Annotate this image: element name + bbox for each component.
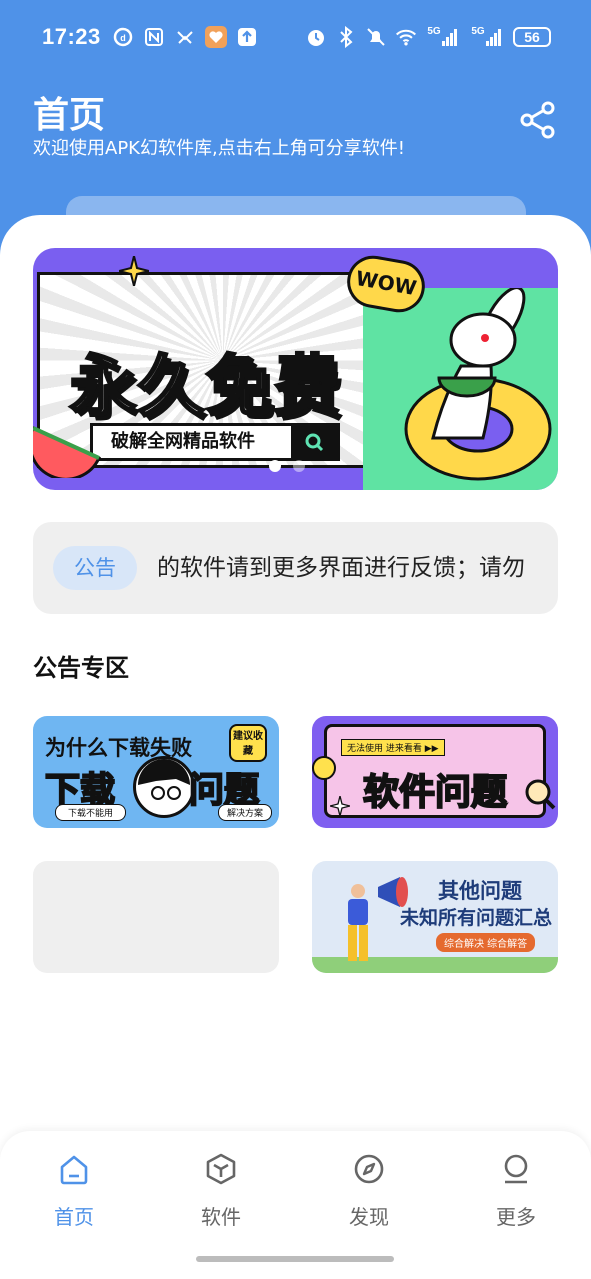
banner-title: 永久免费	[69, 347, 342, 427]
svg-text:d: d	[120, 33, 126, 43]
cartoon-face-icon	[133, 756, 195, 818]
status-notification-icons: d	[112, 26, 258, 48]
announcement-bar[interactable]: 公告 的软件请到更多界面进行反馈；请勿	[33, 522, 558, 614]
smiley-icon	[312, 756, 336, 780]
nav-item-discover[interactable]: 发现	[319, 1151, 419, 1230]
nav-label-home: 首页	[54, 1205, 94, 1229]
nav-label-discover: 发现	[349, 1205, 389, 1229]
card-download-pill-left: 下载不能用	[55, 804, 127, 821]
status-bar: 17:23 d 5G 5G 56	[0, 0, 591, 76]
compass-icon	[354, 1154, 384, 1184]
home-indicator[interactable]	[196, 1256, 394, 1262]
page-subtitle: 欢迎使用APK幻软件库,点击右上角可分享软件!	[33, 138, 405, 159]
battery-indicator: 56	[513, 27, 551, 47]
card-software-panel: 无法使用 进来看看 ▶▶ 软件问题	[324, 724, 546, 818]
page-title: 首页	[33, 95, 106, 136]
nfc-icon	[143, 26, 165, 48]
home-icon	[60, 1155, 88, 1185]
profile-icon	[504, 1154, 528, 1184]
promo-banner[interactable]: 永久免费 破解全网精品软件 WOW	[33, 248, 558, 490]
empty-card-placeholder	[33, 861, 279, 973]
banner-search-box: 破解全网精品软件	[90, 423, 340, 461]
announcement-tag: 公告	[53, 546, 137, 590]
nav-label-more: 更多	[496, 1205, 536, 1229]
heart-app-icon	[205, 26, 227, 48]
card-other-title: 其他问题	[438, 879, 522, 903]
upload-icon	[236, 26, 258, 48]
status-time: 17:23	[42, 24, 101, 49]
announcement-text: 的软件请到更多界面进行反馈；请勿	[157, 555, 525, 581]
nav-item-home[interactable]: 首页	[24, 1151, 124, 1230]
bluetooth-icon	[335, 26, 357, 48]
wifi-icon	[395, 26, 417, 48]
card-download-pill-right: 解决方案	[218, 804, 273, 821]
alarm-icon	[305, 26, 327, 48]
share-icon	[520, 101, 555, 139]
cube-icon	[206, 1153, 236, 1185]
banner-dot[interactable]	[293, 460, 305, 472]
card-software-tag: 无法使用 进来看看 ▶▶	[341, 739, 445, 756]
section-title: 公告专区	[33, 654, 129, 682]
nav-label-software: 软件	[201, 1205, 241, 1229]
signal-icon-1: 5G	[425, 26, 461, 48]
signal-icon-2: 5G	[469, 26, 505, 48]
banner-search-icon	[291, 426, 337, 458]
nav-item-software[interactable]: 软件	[171, 1151, 271, 1230]
sparkle-icon	[119, 256, 149, 286]
other-issue-card[interactable]: 其他问题 未知所有问题汇总 综合解决 综合解答	[312, 861, 558, 973]
card-other-pill: 综合解决 综合解答	[436, 933, 536, 952]
card-software-title: 软件问题	[362, 771, 508, 814]
download-issue-card[interactable]: 为什么下载失败 建议收藏 下载 问题 下载不能用 解决方案	[33, 716, 279, 828]
banner-pagination	[269, 460, 305, 472]
network-type-1: 5G	[427, 25, 441, 37]
share-button[interactable]	[518, 100, 558, 140]
card-download-stamp: 建议收藏	[229, 724, 267, 762]
banner-dot-active[interactable]	[269, 460, 281, 472]
nav-item-more[interactable]: 更多	[466, 1151, 566, 1230]
megaphone-man-icon	[348, 884, 368, 961]
network-type-2: 5G	[471, 25, 485, 37]
card-other-subtitle: 未知所有问题汇总	[400, 907, 553, 929]
bunny-icon	[431, 288, 526, 440]
circle-logo-icon: d	[112, 26, 134, 48]
status-system-icons: 5G 5G 56	[305, 26, 551, 48]
sparkle-small-icon	[330, 796, 350, 816]
magnifier-icon	[525, 779, 556, 810]
app-notification-icon	[174, 26, 196, 48]
watermelon-icon	[33, 426, 101, 478]
software-issue-card[interactable]: 无法使用 进来看看 ▶▶ 软件问题	[312, 716, 558, 828]
banner-search-text: 破解全网精品软件	[111, 431, 255, 452]
mute-icon	[365, 26, 387, 48]
